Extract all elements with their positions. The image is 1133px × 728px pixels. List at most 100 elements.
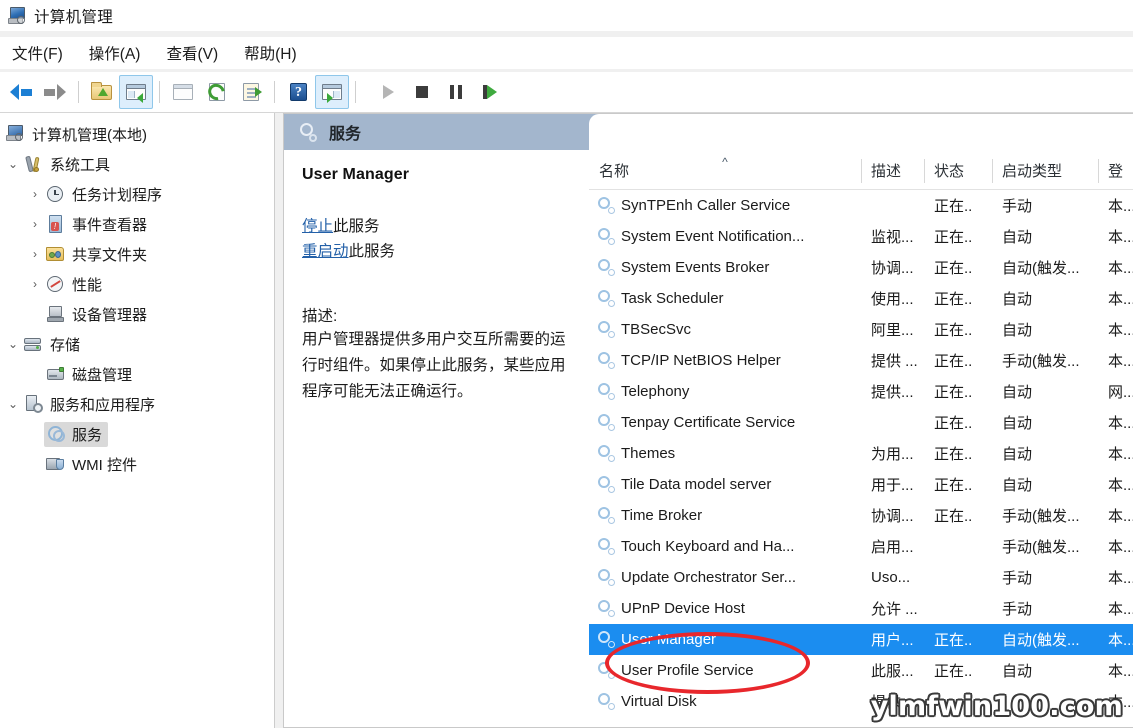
- table-row-selected[interactable]: User Manager 用户... 正在.. 自动(触发... 本...: [589, 624, 1133, 655]
- header-notch: [589, 114, 1133, 150]
- play-icon: [376, 80, 400, 104]
- column-header-status[interactable]: 状态: [924, 157, 992, 189]
- service-name: Update Orchestrator Ser...: [621, 569, 797, 586]
- cell-startup-type: 自动: [1002, 446, 1033, 463]
- table-row[interactable]: Telephony 提供... 正在.. 自动 网...: [589, 376, 1133, 407]
- help-icon: ?: [286, 80, 310, 104]
- table-row[interactable]: Virtual Disk 提供... 本...: [589, 686, 1133, 717]
- stop-service-button[interactable]: [405, 75, 439, 109]
- table-row[interactable]: UPnP Device Host 允许 ... 手动 本...: [589, 593, 1133, 624]
- tree-node-computer-management[interactable]: 计算机管理(本地): [0, 119, 274, 149]
- service-gear-icon: [597, 259, 615, 276]
- back-button[interactable]: [4, 75, 38, 109]
- restart-service-suffix: 此服务: [348, 243, 396, 260]
- cell-startup-type: 手动(触发...: [1002, 508, 1080, 525]
- restart-service-button[interactable]: [473, 75, 507, 109]
- show-action-pane-button[interactable]: [315, 75, 349, 109]
- tree-node-label: 任务计划程序: [72, 186, 163, 204]
- services-list: ^ 名称 描述 状态 启动类型 登 SynTPEnh Caller Servic…: [589, 150, 1133, 727]
- column-header-startup-type[interactable]: 启动类型: [992, 157, 1098, 189]
- table-row[interactable]: Update Orchestrator Ser... Uso... 手动 本..…: [589, 562, 1133, 593]
- restart-service-link[interactable]: 重启动: [302, 243, 349, 260]
- start-service-button[interactable]: [371, 75, 405, 109]
- properties-button[interactable]: [166, 75, 200, 109]
- table-row[interactable]: System Events Broker 协调... 正在.. 自动(触发...…: [589, 252, 1133, 283]
- tree-node-services[interactable]: 服务: [0, 419, 274, 449]
- chevron-right-icon[interactable]: ›: [26, 209, 44, 239]
- cell-status: 正在..: [934, 415, 973, 432]
- table-row[interactable]: System Event Notification... 监视... 正在.. …: [589, 221, 1133, 252]
- service-name: Themes: [621, 445, 676, 462]
- service-gear-icon: [597, 383, 615, 400]
- column-header-name[interactable]: ^ 名称: [589, 155, 861, 189]
- table-row[interactable]: Task Scheduler 使用... 正在.. 自动 本...: [589, 283, 1133, 314]
- system-tools-icon: [24, 155, 44, 174]
- tree-node-storage[interactable]: ⌄ 存储: [0, 329, 274, 359]
- cell-status: 正在..: [934, 198, 973, 215]
- tree-node-event-viewer[interactable]: › ! 事件查看器: [0, 209, 274, 239]
- export-list-button[interactable]: [234, 75, 268, 109]
- table-row[interactable]: Touch Keyboard and Ha... 启用... 手动(触发... …: [589, 531, 1133, 562]
- tree-node-services-and-applications[interactable]: ⌄ 服务和应用程序: [0, 389, 274, 419]
- cell-log-on-as: 本...: [1108, 229, 1133, 246]
- chevron-right-icon[interactable]: ›: [26, 179, 44, 209]
- table-row[interactable]: TCP/IP NetBIOS Helper 提供 ... 正在.. 手动(触发.…: [589, 345, 1133, 376]
- table-row[interactable]: Tenpay Certificate Service 正在.. 自动 本...: [589, 407, 1133, 438]
- column-header-description[interactable]: 描述: [861, 157, 924, 189]
- forward-button[interactable]: [38, 75, 72, 109]
- cell-startup-type: 自动(触发...: [1002, 632, 1080, 649]
- cell-log-on-as: 本...: [1108, 539, 1133, 556]
- cell-description: 提供...: [871, 384, 914, 401]
- table-row[interactable]: SynTPEnh Caller Service 正在.. 手动 本...: [589, 190, 1133, 221]
- tree-node-performance[interactable]: › 性能: [0, 269, 274, 299]
- cell-log-on-as: 本...: [1108, 508, 1133, 525]
- chevron-right-icon[interactable]: ›: [26, 239, 44, 269]
- table-row[interactable]: User Profile Service 此服... 正在.. 自动 本...: [589, 655, 1133, 686]
- service-gear-icon: [597, 569, 615, 586]
- service-name: Virtual Disk: [621, 693, 697, 710]
- tree-node-wmi-control[interactable]: WMI 控件: [0, 449, 274, 479]
- list-column-headers: ^ 名称 描述 状态 启动类型 登: [589, 150, 1133, 190]
- tree-node-shared-folders[interactable]: › 共享文件夹: [0, 239, 274, 269]
- table-row[interactable]: Themes 为用... 正在.. 自动 本...: [589, 438, 1133, 469]
- cell-log-on-as: 本...: [1108, 663, 1133, 680]
- cell-name: UPnP Device Host: [589, 600, 861, 617]
- chevron-right-icon[interactable]: ›: [26, 269, 44, 299]
- column-header-label: 名称: [599, 163, 630, 180]
- tree-node-system-tools[interactable]: ⌄ 系统工具: [0, 149, 274, 179]
- chevron-down-icon[interactable]: ⌄: [4, 329, 22, 359]
- stop-service-link[interactable]: 停止: [302, 218, 333, 235]
- service-gear-icon: [597, 197, 615, 214]
- cell-log-on-as: 本...: [1108, 477, 1133, 494]
- tree-node-label: WMI 控件: [72, 456, 137, 474]
- table-row[interactable]: Tile Data model server 用于... 正在.. 自动 本..…: [589, 469, 1133, 500]
- refresh-button[interactable]: [200, 75, 234, 109]
- cell-description: 提供...: [871, 694, 914, 711]
- table-row[interactable]: TBSecSvc 阿里... 正在.. 自动 本...: [589, 314, 1133, 345]
- menu-item-help[interactable]: 帮助(H): [240, 40, 310, 66]
- column-header-log-on-as[interactable]: 登: [1098, 157, 1133, 189]
- tree-node-disk-management[interactable]: 磁盘管理: [0, 359, 274, 389]
- show-hide-console-tree-button[interactable]: [119, 75, 153, 109]
- tree-node-device-manager[interactable]: 设备管理器: [0, 299, 274, 329]
- properties-icon: [171, 80, 195, 104]
- cell-name: User Profile Service: [589, 662, 861, 679]
- pause-service-button[interactable]: [439, 75, 473, 109]
- cell-description: 启用...: [871, 539, 914, 556]
- service-name: User Manager: [621, 631, 717, 648]
- column-header-label: 描述: [871, 163, 902, 180]
- service-name: TCP/IP NetBIOS Helper: [621, 352, 781, 369]
- up-one-level-button[interactable]: [85, 75, 119, 109]
- tree-node-task-scheduler[interactable]: › 任务计划程序: [0, 179, 274, 209]
- chevron-down-icon[interactable]: ⌄: [4, 389, 22, 419]
- cell-startup-type: 自动: [1002, 322, 1033, 339]
- table-row[interactable]: Time Broker 协调... 正在.. 手动(触发... 本...: [589, 500, 1133, 531]
- help-button[interactable]: ?: [281, 75, 315, 109]
- menu-item-file[interactable]: 文件(F): [8, 40, 76, 66]
- computer-icon: [6, 124, 26, 144]
- menu-item-action[interactable]: 操作(A): [85, 40, 154, 66]
- cell-startup-type: 自动: [1002, 229, 1033, 246]
- menu-item-view[interactable]: 查看(V): [162, 40, 231, 66]
- cell-name: Themes: [589, 445, 861, 462]
- chevron-down-icon[interactable]: ⌄: [4, 149, 22, 179]
